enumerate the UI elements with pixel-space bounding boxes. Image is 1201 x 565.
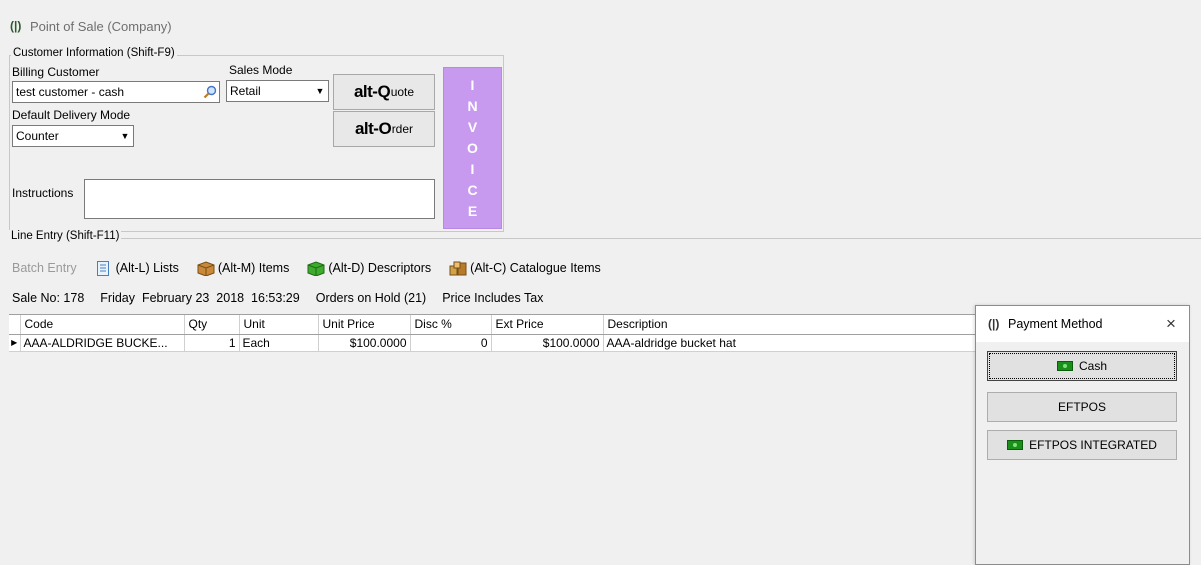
cash-icon: [1056, 361, 1073, 371]
cash-button-label: Cash: [1078, 359, 1107, 373]
document-icon: [95, 261, 111, 276]
eftpos-button[interactable]: EFTPOS: [987, 392, 1177, 422]
invoice-letter: E: [467, 203, 478, 219]
current-row-marker-icon[interactable]: ▶: [9, 334, 21, 352]
green-box-icon: [307, 261, 325, 277]
orders-on-hold-link[interactable]: Orders on Hold (21): [316, 291, 426, 305]
cell-disc[interactable]: 0: [410, 334, 492, 352]
app-logo-icon: (|): [988, 317, 1000, 331]
sale-number: Sale No: 178: [12, 291, 85, 305]
column-header[interactable]: Description: [603, 315, 985, 335]
cash-icon: [1007, 440, 1024, 450]
cell-qty[interactable]: 1: [184, 334, 240, 352]
quote-prefix: alt-: [353, 82, 378, 101]
window-title-bar: (|) Point of Sale (Company): [10, 16, 172, 36]
chevron-down-icon[interactable]: ▼: [312, 86, 328, 96]
box-icon: [197, 261, 215, 277]
column-header[interactable]: Qty: [184, 315, 240, 335]
lists-label: (Alt-L) Lists: [115, 261, 179, 275]
cell-unit-price[interactable]: $100.0000: [318, 334, 411, 352]
eftpos-integrated-button-label: EFTPOS INTEGRATED: [1029, 438, 1157, 452]
order-prefix: alt-: [354, 119, 379, 138]
chevron-down-icon[interactable]: ▼: [117, 131, 133, 141]
grid-header-row: Code Qty Unit Unit Price Disc % Ext Pric…: [9, 315, 985, 335]
billing-customer-field[interactable]: test customer - cash: [12, 81, 220, 103]
items-button[interactable]: (Alt-M) Items: [197, 261, 290, 277]
invoice-letter: O: [467, 140, 478, 156]
instructions-label: Instructions: [12, 186, 74, 200]
payment-dialog-titlebar: (|) Payment Method ×: [976, 306, 1189, 342]
sales-mode-select[interactable]: Retail ▼: [226, 80, 329, 102]
price-tax-label: Price Includes Tax: [442, 291, 544, 305]
invoice-letter: I: [470, 161, 475, 177]
instructions-field[interactable]: [84, 179, 435, 219]
delivery-mode-value: Counter: [16, 129, 59, 143]
column-header[interactable]: Disc %: [410, 315, 492, 335]
sales-mode-label: Sales Mode: [229, 63, 293, 77]
invoice-letter: I: [470, 77, 475, 93]
lists-button[interactable]: (Alt-L) Lists: [95, 261, 179, 276]
customer-info-legend: Customer Information (Shift-F9): [11, 47, 177, 59]
sales-mode-value: Retail: [230, 84, 261, 98]
cell-description[interactable]: AAA-aldridge bucket hat: [603, 334, 985, 352]
order-key: O: [378, 119, 392, 138]
invoice-letter: C: [467, 182, 478, 198]
quote-button[interactable]: alt- Quote: [333, 74, 435, 110]
column-header[interactable]: Code: [20, 315, 185, 335]
items-label: (Alt-M) Items: [217, 261, 290, 275]
eftpos-button-label: EFTPOS: [1057, 400, 1106, 414]
order-button[interactable]: alt- Order: [333, 111, 435, 147]
invoice-letter: N: [467, 98, 478, 114]
descriptors-button[interactable]: (Alt-D) Descriptors: [307, 261, 432, 277]
quote-key: Q: [377, 82, 391, 101]
line-items-grid: Code Qty Unit Unit Price Disc % Ext Pric…: [9, 314, 985, 554]
cell-ext-price[interactable]: $100.0000: [491, 334, 604, 352]
line-entry-legend: Line Entry (Shift-F11): [9, 230, 122, 242]
sale-datetime: Friday February 23 2018 16:53:29: [100, 291, 300, 305]
sale-status-bar: Sale No: 178 Friday February 23 2018 16:…: [12, 291, 543, 305]
payment-method-dialog: (|) Payment Method × Cash EFTPOS EFTPOS …: [975, 305, 1190, 565]
descriptors-label: (Alt-D) Descriptors: [328, 261, 432, 275]
catalogue-items-button[interactable]: (Alt-C) Catalogue Items: [449, 261, 601, 276]
quote-rest: uote: [390, 85, 415, 99]
line-entry-divider: [9, 238, 1201, 239]
cell-code[interactable]: AAA-ALDRIDGE BUCKE...: [20, 334, 185, 352]
close-icon[interactable]: ×: [1153, 314, 1189, 334]
column-header[interactable]: Ext Price: [491, 315, 604, 335]
column-header[interactable]: Unit: [239, 315, 319, 335]
table-row[interactable]: ▶ AAA-ALDRIDGE BUCKE... 1 Each $100.0000…: [9, 334, 985, 352]
billing-customer-label: Billing Customer: [12, 65, 100, 79]
line-items-table: Code Qty Unit Unit Price Disc % Ext Pric…: [9, 315, 985, 352]
column-header[interactable]: Unit Price: [318, 315, 411, 335]
delivery-mode-label: Default Delivery Mode: [12, 108, 131, 122]
batch-entry-button[interactable]: Batch Entry: [12, 261, 77, 275]
cash-button[interactable]: Cash: [987, 351, 1177, 381]
line-entry-toolbar: Batch Entry (Alt-L) Lists (Alt-M) Items …: [12, 261, 601, 277]
search-icon[interactable]: [201, 83, 219, 101]
payment-dialog-title: Payment Method: [1008, 317, 1103, 331]
row-header-corner: [9, 315, 21, 335]
app-logo-icon: (|): [10, 19, 22, 33]
invoice-button[interactable]: I N V O I C E: [443, 67, 502, 229]
invoice-letter: V: [467, 119, 478, 135]
boxes-icon: [449, 261, 467, 276]
order-rest: rder: [391, 122, 414, 136]
eftpos-integrated-button[interactable]: EFTPOS INTEGRATED: [987, 430, 1177, 460]
delivery-mode-select[interactable]: Counter ▼: [12, 125, 134, 147]
catalogue-items-label: (Alt-C) Catalogue Items: [470, 261, 601, 275]
cell-unit[interactable]: Each: [239, 334, 319, 352]
billing-customer-value: test customer - cash: [16, 85, 125, 99]
window-title: Point of Sale (Company): [30, 18, 172, 34]
